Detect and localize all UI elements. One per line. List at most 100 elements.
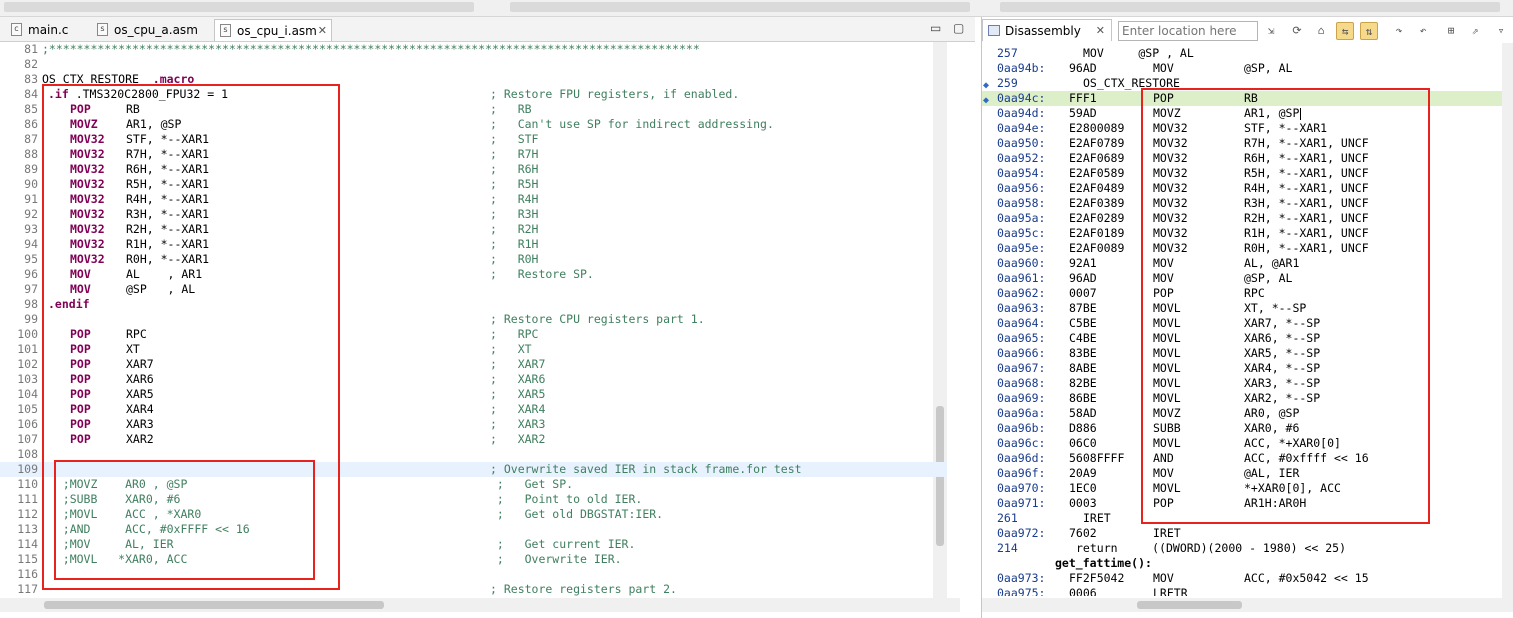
address: 0aa94d:: [997, 106, 1046, 120]
line-number: 110: [17, 477, 38, 491]
opcode: D886: [1069, 421, 1097, 435]
undo-icon[interactable]: ↶: [1414, 22, 1432, 40]
minimize-icon[interactable]: ▭: [930, 21, 941, 35]
code-line[interactable]: 81 ;*************************************…: [0, 42, 947, 57]
editor-horizontal-scrollbar[interactable]: [0, 598, 960, 612]
tab-os-cpu-i-asm[interactable]: s os_cpu_i.asm ✕: [214, 19, 332, 41]
function-label[interactable]: get_fattime():: [982, 556, 1513, 571]
address: 0aa95e:: [997, 241, 1046, 255]
top-scroll-thumb-mid[interactable]: [510, 2, 970, 12]
go-icon[interactable]: ⇲: [1262, 22, 1280, 40]
comment: ; R2H: [490, 222, 539, 236]
address: 0aa962:: [997, 286, 1046, 300]
opcode: 0006: [1069, 586, 1097, 596]
address: 0aa94b:: [997, 61, 1046, 75]
line-number: 85: [24, 102, 38, 116]
opcode: E2800089: [1069, 121, 1125, 135]
location-input[interactable]: [1118, 21, 1258, 41]
instruction-row[interactable]: 0aa972: 7602 IRET: [982, 526, 1513, 541]
opcode: 83BE: [1069, 346, 1097, 360]
opcode: FFF1: [1069, 91, 1097, 105]
link-icon[interactable]: ⇆: [1336, 22, 1354, 40]
instruction-row[interactable]: 0aa975: 0006 LRETR: [982, 586, 1513, 596]
tab-disassembly[interactable]: Disassembly ✕: [982, 19, 1112, 41]
address: 0aa95c:: [997, 226, 1046, 240]
code-text: ;***************************************…: [42, 42, 700, 57]
opcode: 0007: [1069, 286, 1097, 300]
code-content: ;***************************************…: [42, 42, 700, 56]
line-number: 95: [24, 252, 38, 266]
comment: ; RPC: [490, 327, 539, 341]
comment: ; R1H: [490, 237, 539, 251]
source-line[interactable]: 257 MOV @SP , AL: [982, 46, 1513, 61]
refresh-icon[interactable]: ⟳: [1288, 22, 1306, 40]
line-number: 100: [17, 327, 38, 341]
comment: ; XT: [490, 342, 532, 356]
line-number: 84: [24, 87, 38, 101]
line-number: 112: [17, 507, 38, 521]
source-line-number: 214: [997, 541, 1018, 555]
operands: ACC, #0x5042 << 15: [1244, 571, 1369, 585]
asm-file-icon: s: [97, 23, 108, 36]
opcode: E2AF0589: [1069, 166, 1125, 180]
opcode: 5608FFFF: [1069, 451, 1125, 465]
line-number: 105: [17, 402, 38, 416]
address: 0aa971:: [997, 496, 1046, 510]
pin-icon[interactable]: ⇗: [1466, 22, 1484, 40]
disassembly-horizontal-scrollbar[interactable]: [982, 598, 1513, 612]
address: 0aa952:: [997, 151, 1046, 165]
top-scroll-thumb-left[interactable]: [4, 2, 474, 12]
opcode: 59AD: [1069, 106, 1097, 120]
comment: ; R7H: [490, 147, 539, 161]
sync-icon[interactable]: ⇅: [1360, 22, 1378, 40]
line-number: 101: [17, 342, 38, 356]
address: 0aa950:: [997, 136, 1046, 150]
opcode: E2AF0389: [1069, 196, 1125, 210]
address: 0aa972:: [997, 526, 1046, 540]
comment: ; RB: [490, 102, 532, 116]
opcode: 20A9: [1069, 466, 1097, 480]
source-line-number: 259: [997, 76, 1018, 90]
mnemonic: MOV: [1153, 61, 1174, 75]
address: 0aa973:: [997, 571, 1046, 585]
opcode: E2AF0489: [1069, 181, 1125, 195]
line-number: 115: [17, 552, 38, 566]
close-icon[interactable]: ✕: [1096, 20, 1105, 42]
tab-os-cpu-a-asm[interactable]: s os_cpu_a.asm: [92, 19, 212, 41]
address: 0aa968:: [997, 376, 1046, 390]
disassembly-vertical-scrollbar[interactable]: [1502, 43, 1513, 603]
opcode: 58AD: [1069, 406, 1097, 420]
line-number: 81: [24, 42, 38, 56]
opcode: E2AF0689: [1069, 151, 1125, 165]
maximize-icon[interactable]: ▢: [953, 21, 964, 35]
line-number: 96: [24, 267, 38, 281]
line-number: 91: [24, 192, 38, 206]
comment: ; XAR4: [490, 402, 546, 416]
step-icon[interactable]: ↷: [1390, 22, 1408, 40]
source-text: return ((DWORD)(2000 - 1980) << 25): [1076, 541, 1347, 555]
scroll-thumb[interactable]: [1137, 601, 1242, 609]
address: 0aa95a:: [997, 211, 1046, 225]
line-number: 87: [24, 132, 38, 146]
tab-main-c[interactable]: c main.c: [6, 19, 86, 41]
new-view-icon[interactable]: ⊞: [1442, 22, 1460, 40]
address: 0aa970:: [997, 481, 1046, 495]
comment: ; XAR7: [490, 357, 546, 371]
close-icon[interactable]: ✕: [318, 20, 327, 42]
code-line[interactable]: 82: [0, 57, 947, 72]
chevron-down-icon[interactable]: ▿: [1492, 22, 1510, 40]
source-line-number: 257: [997, 46, 1018, 60]
comment: ; XAR6: [490, 372, 546, 386]
top-scroll-thumb-right[interactable]: [1000, 2, 1500, 12]
scroll-thumb[interactable]: [44, 601, 384, 609]
line-number: 109: [17, 462, 38, 476]
instruction-row[interactable]: 0aa94b: 96AD MOV @SP, AL: [982, 61, 1513, 76]
source-text: IRET: [1083, 511, 1111, 525]
instruction-row[interactable]: 0aa973: FF2F5042 MOV ACC, #0x5042 << 15: [982, 571, 1513, 586]
top-strip: [0, 0, 1513, 17]
address: 0aa969:: [997, 391, 1046, 405]
home-icon[interactable]: ⌂: [1312, 22, 1330, 40]
opcode: 82BE: [1069, 376, 1097, 390]
address: 0aa964:: [997, 316, 1046, 330]
source-line[interactable]: 214 return ((DWORD)(2000 - 1980) << 25): [982, 541, 1513, 556]
